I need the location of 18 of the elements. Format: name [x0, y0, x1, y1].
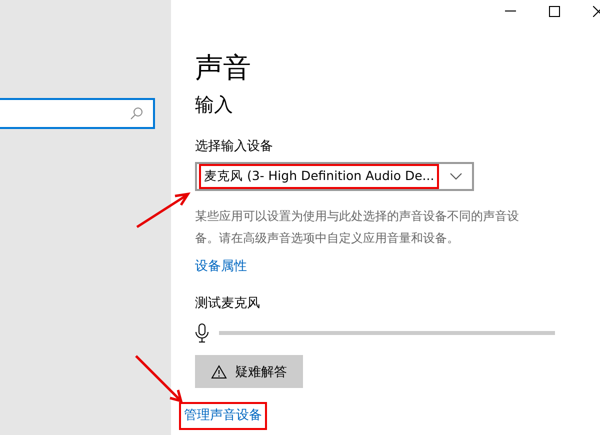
- field-label: 选择输入设备: [195, 138, 274, 156]
- search-field[interactable]: [0, 98, 155, 129]
- search-icon: [130, 107, 143, 120]
- section-heading: 输入: [195, 93, 234, 118]
- dropdown-value: 麦克风 (3- High Definition Audio De...: [204, 168, 434, 185]
- device-dropdown[interactable]: 麦克风 (3- High Definition Audio De...: [195, 162, 474, 191]
- annotation-arrow: [135, 190, 193, 230]
- maximize-icon: [548, 6, 560, 16]
- field-label: 测试麦克风: [195, 295, 261, 313]
- description-text: 某些应用可以设置为使用与此处选择的声音设备不同的声音设备。请在高级声音选项中自定义应用音量和设备。: [195, 208, 520, 247]
- minimize-icon: [504, 10, 516, 12]
- warning-icon: [211, 364, 227, 378]
- microphone-icon: [195, 323, 209, 343]
- chevron-down-icon: [450, 173, 462, 180]
- troubleshoot-button[interactable]: 疑难解答: [195, 355, 303, 388]
- page-title: 声音: [195, 50, 252, 86]
- device-properties-link[interactable]: 设备属性: [195, 257, 247, 277]
- manage-devices-link[interactable]: 管理声音设备: [184, 406, 262, 426]
